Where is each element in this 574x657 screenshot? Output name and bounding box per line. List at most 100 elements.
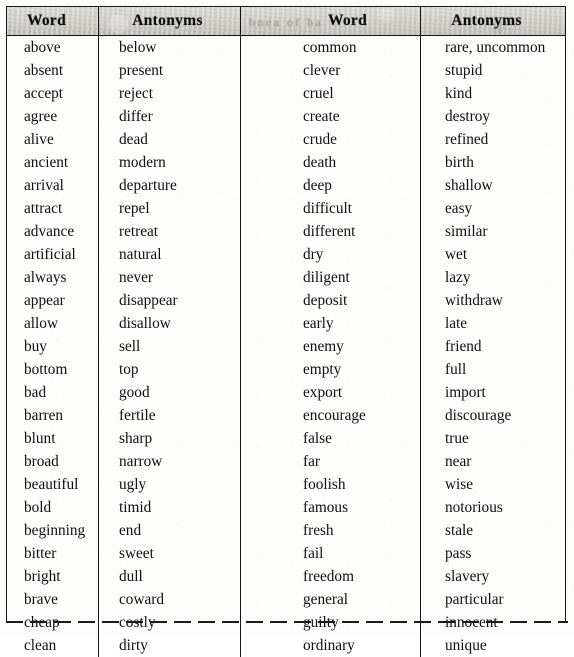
cell-antonym-left: end [98, 519, 240, 542]
cell-antonym-left: ugly [98, 473, 240, 496]
cell-word-left: buy [24, 337, 47, 355]
column-header-label: Antonyms [451, 12, 522, 29]
table-row: bottom top empty full [7, 358, 565, 381]
cell-antonym-right: near [420, 450, 564, 473]
cell-antonym-left: departure [98, 174, 240, 197]
cell-antonym-left: top [98, 358, 240, 381]
cell-antonym-left: fertile [98, 404, 240, 427]
cell-word-right: general [240, 588, 420, 611]
cell-antonym-right: friend [420, 335, 564, 358]
cell-antonym-right: birth [420, 151, 564, 174]
cell-word-left: beautiful [24, 475, 79, 493]
cell-word-right: ordinary [240, 634, 420, 657]
cell-word-left: attract [24, 199, 63, 217]
table-bottom-rule [6, 621, 568, 623]
cell-word-right: common [240, 36, 420, 59]
table-row: beginning end fresh stale [7, 519, 565, 542]
cell-word-right: cruel [240, 82, 420, 105]
column-header-label: Antonyms [132, 12, 203, 29]
cell-word-left: bottom [24, 360, 68, 378]
table-row: agree differ create destroy [7, 105, 565, 128]
cell-word-right: freedom [240, 565, 420, 588]
cell-antonym-right: particular [420, 588, 564, 611]
cell-antonym-right: destroy [420, 105, 564, 128]
cell-word-left: advance [24, 222, 75, 240]
table-row: allow disallow early late [7, 312, 565, 335]
cell-antonym-right: withdraw [420, 289, 564, 312]
cell-word-left: agree [24, 107, 58, 125]
cell-antonym-left: dirty [98, 634, 240, 657]
table-row: beautiful ugly foolish wise [7, 473, 565, 496]
cell-antonym-right: unique [420, 634, 564, 657]
table-row: accept reject cruel kind [7, 82, 565, 105]
cell-word-right: early [240, 312, 420, 335]
cell-antonym-right: refined [420, 128, 564, 151]
table-header-row: Word Antonyms Word Antonyms bnea of ba [7, 7, 565, 36]
scanned-page: Word Antonyms Word Antonyms bnea of ba a… [0, 0, 574, 657]
table-row: ancient modern death birth [7, 151, 565, 174]
cell-antonym-right: shallow [420, 174, 564, 197]
table-body: above below common rare, uncommon absent pres… [7, 36, 565, 657]
cell-antonym-left: sweet [98, 542, 240, 565]
cell-antonym-right: full [420, 358, 564, 381]
cell-word-left: arrival [24, 176, 64, 194]
cell-antonym-left: dead [98, 128, 240, 151]
cell-word-left: bitter [24, 544, 57, 562]
cell-antonym-right: notorious [420, 496, 564, 519]
cell-word-left: accept [24, 84, 64, 102]
table-row: absent present clever stupid [7, 59, 565, 82]
cell-word-left: broad [24, 452, 59, 470]
cell-antonym-right: stale [420, 519, 564, 542]
cell-word-right: foolish [240, 473, 420, 496]
cell-antonym-right: pass [420, 542, 564, 565]
table-row: always never diligent lazy [7, 266, 565, 289]
cell-antonym-left: differ [98, 105, 240, 128]
cell-word-left: allow [24, 314, 58, 332]
cell-word-left: blunt [24, 429, 56, 447]
cell-antonym-left: natural [98, 243, 240, 266]
cell-antonym-left: coward [98, 588, 240, 611]
table-row: arrival departure deep shallow [7, 174, 565, 197]
cell-antonym-right: discourage [420, 404, 564, 427]
cell-word-left: above [24, 38, 61, 56]
cell-word-right: export [240, 381, 420, 404]
cell-antonym-left: sell [98, 335, 240, 358]
table-row: above below common rare, uncommon [7, 36, 565, 59]
cell-antonym-right: stupid [420, 59, 564, 82]
cell-word-left: alive [24, 130, 54, 148]
cell-antonym-left: good [98, 381, 240, 404]
cell-word-right: encourage [240, 404, 420, 427]
column-header-word-right: Word [240, 7, 420, 35]
cell-word-right: clever [240, 59, 420, 82]
cell-antonym-left: dull [98, 565, 240, 588]
table-row: bitter sweet fail pass [7, 542, 565, 565]
cell-antonym-left: modern [98, 151, 240, 174]
cell-word-right: difficult [240, 197, 420, 220]
cell-antonym-right: easy [420, 197, 564, 220]
column-header-antonyms-right: Antonyms [420, 7, 564, 35]
table-row: clean dirty ordinary unique [7, 634, 565, 657]
cell-word-left: brave [24, 590, 58, 608]
cell-word-left: beginning [24, 521, 86, 539]
column-header-antonyms-left: Antonyms [98, 7, 240, 35]
table-row: barren fertile encourage discourage [7, 404, 565, 427]
cell-word-right: enemy [240, 335, 420, 358]
cell-word-left: bold [24, 498, 52, 516]
cell-word-right: crude [240, 128, 420, 151]
column-header-label: Word [327, 12, 368, 29]
cell-antonym-left: sharp [98, 427, 240, 450]
cell-word-right: empty [240, 358, 420, 381]
cell-word-left: always [24, 268, 67, 286]
cell-antonym-right: rare, uncommon [420, 36, 564, 59]
cell-antonym-right: slavery [420, 565, 564, 588]
table-row: broad narrow far near [7, 450, 565, 473]
cell-word-left: absent [24, 61, 64, 79]
cell-antonym-right: import [420, 381, 564, 404]
cell-word-left: clean [24, 636, 57, 654]
table-row: bad good export import [7, 381, 565, 404]
cell-word-left: artificial [24, 245, 76, 263]
cell-word-right: diligent [240, 266, 420, 289]
cell-word-right: deposit [240, 289, 420, 312]
table-row: alive dead crude refined [7, 128, 565, 151]
table-row: attract repel difficult easy [7, 197, 565, 220]
